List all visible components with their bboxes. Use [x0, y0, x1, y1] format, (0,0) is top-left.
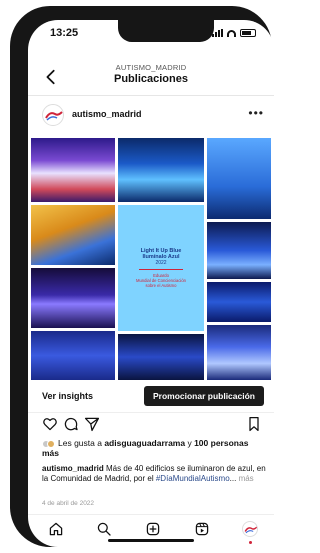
caption-more-link[interactable]: más: [239, 474, 254, 483]
photo-tile-building: [31, 205, 115, 265]
insights-bar: Ver insights Promocionar publicación: [28, 384, 274, 410]
more-options-icon[interactable]: •••: [248, 106, 264, 120]
photo-tile-tower: [207, 138, 271, 219]
profile-icon[interactable]: [242, 521, 258, 537]
promote-post-button[interactable]: Promocionar publicación: [143, 386, 264, 406]
post-actions: [28, 412, 274, 436]
wifi-icon: [227, 29, 236, 37]
status-time: 13:25: [50, 27, 79, 39]
autismo-madrid-logo-icon: [45, 111, 63, 121]
post-username[interactable]: autismo_madrid: [72, 109, 142, 119]
search-icon[interactable]: [96, 521, 112, 537]
phone-notch: [118, 20, 214, 42]
status-icons: [212, 29, 256, 37]
view-insights-link[interactable]: Ver insights: [42, 391, 93, 401]
header-account-name: AUTISMO_MADRID: [115, 63, 187, 72]
heart-icon[interactable]: [42, 416, 58, 432]
page-title: Publicaciones: [114, 73, 188, 85]
post-header: autismo_madrid •••: [28, 100, 274, 128]
add-post-icon[interactable]: [145, 521, 161, 537]
phone-screen: 13:25 AUTISMO_MADRID Publicaciones autis…: [28, 20, 274, 547]
likes-prefix: Les gusta a: [58, 438, 105, 448]
likes-user[interactable]: adisguaguadarrama: [104, 438, 185, 448]
caption-username[interactable]: autismo_madrid: [42, 464, 104, 473]
post-image-collage[interactable]: Light It Up Blue Ilumínalo Azul 2022 Edu…: [28, 135, 274, 380]
liker-avatars-icon: [42, 439, 56, 448]
caption-ellipsis: ...: [229, 473, 237, 483]
photo-tile-building: [118, 334, 204, 380]
photo-tile-building: [31, 138, 115, 202]
poster-divider: [139, 269, 183, 271]
photo-tile-building: [207, 282, 271, 322]
share-icon[interactable]: [84, 416, 100, 432]
poster-text: 2022: [155, 260, 167, 267]
battery-icon: [240, 29, 256, 37]
poster-text: sobre el Autismo: [145, 283, 177, 289]
post-caption: autismo_madrid Más de 40 edificios se il…: [42, 464, 266, 483]
home-indicator[interactable]: [108, 539, 194, 542]
page-header: AUTISMO_MADRID Publicaciones: [28, 60, 274, 96]
poster-circle: Light It Up Blue Ilumínalo Azul 2022 Edu…: [126, 228, 196, 308]
photo-tile-building: [31, 268, 115, 328]
photo-tile-building: [31, 331, 115, 380]
comment-icon[interactable]: [63, 416, 79, 432]
reels-icon[interactable]: [194, 521, 210, 537]
photo-tile-building: [207, 325, 271, 380]
autismo-madrid-logo-icon: [244, 526, 257, 534]
home-icon[interactable]: [48, 521, 64, 537]
avatar[interactable]: [42, 104, 64, 126]
photo-tile-fountain: [207, 222, 271, 279]
notification-dot: [249, 541, 252, 544]
light-it-up-blue-poster: Light It Up Blue Ilumínalo Azul 2022 Edu…: [118, 205, 204, 331]
likes-connector: y: [185, 438, 195, 448]
photo-tile-building: [118, 138, 204, 202]
bookmark-icon[interactable]: [246, 416, 262, 432]
likes-text[interactable]: Les gusta a adisguaguadarrama y 100 pers…: [42, 438, 264, 458]
post-date: 4 de abril de 2022: [42, 500, 95, 507]
caption-hashtag[interactable]: #DíaMundialAutismo: [156, 474, 230, 483]
phone-frame: 13:25 AUTISMO_MADRID Publicaciones autis…: [10, 6, 274, 547]
